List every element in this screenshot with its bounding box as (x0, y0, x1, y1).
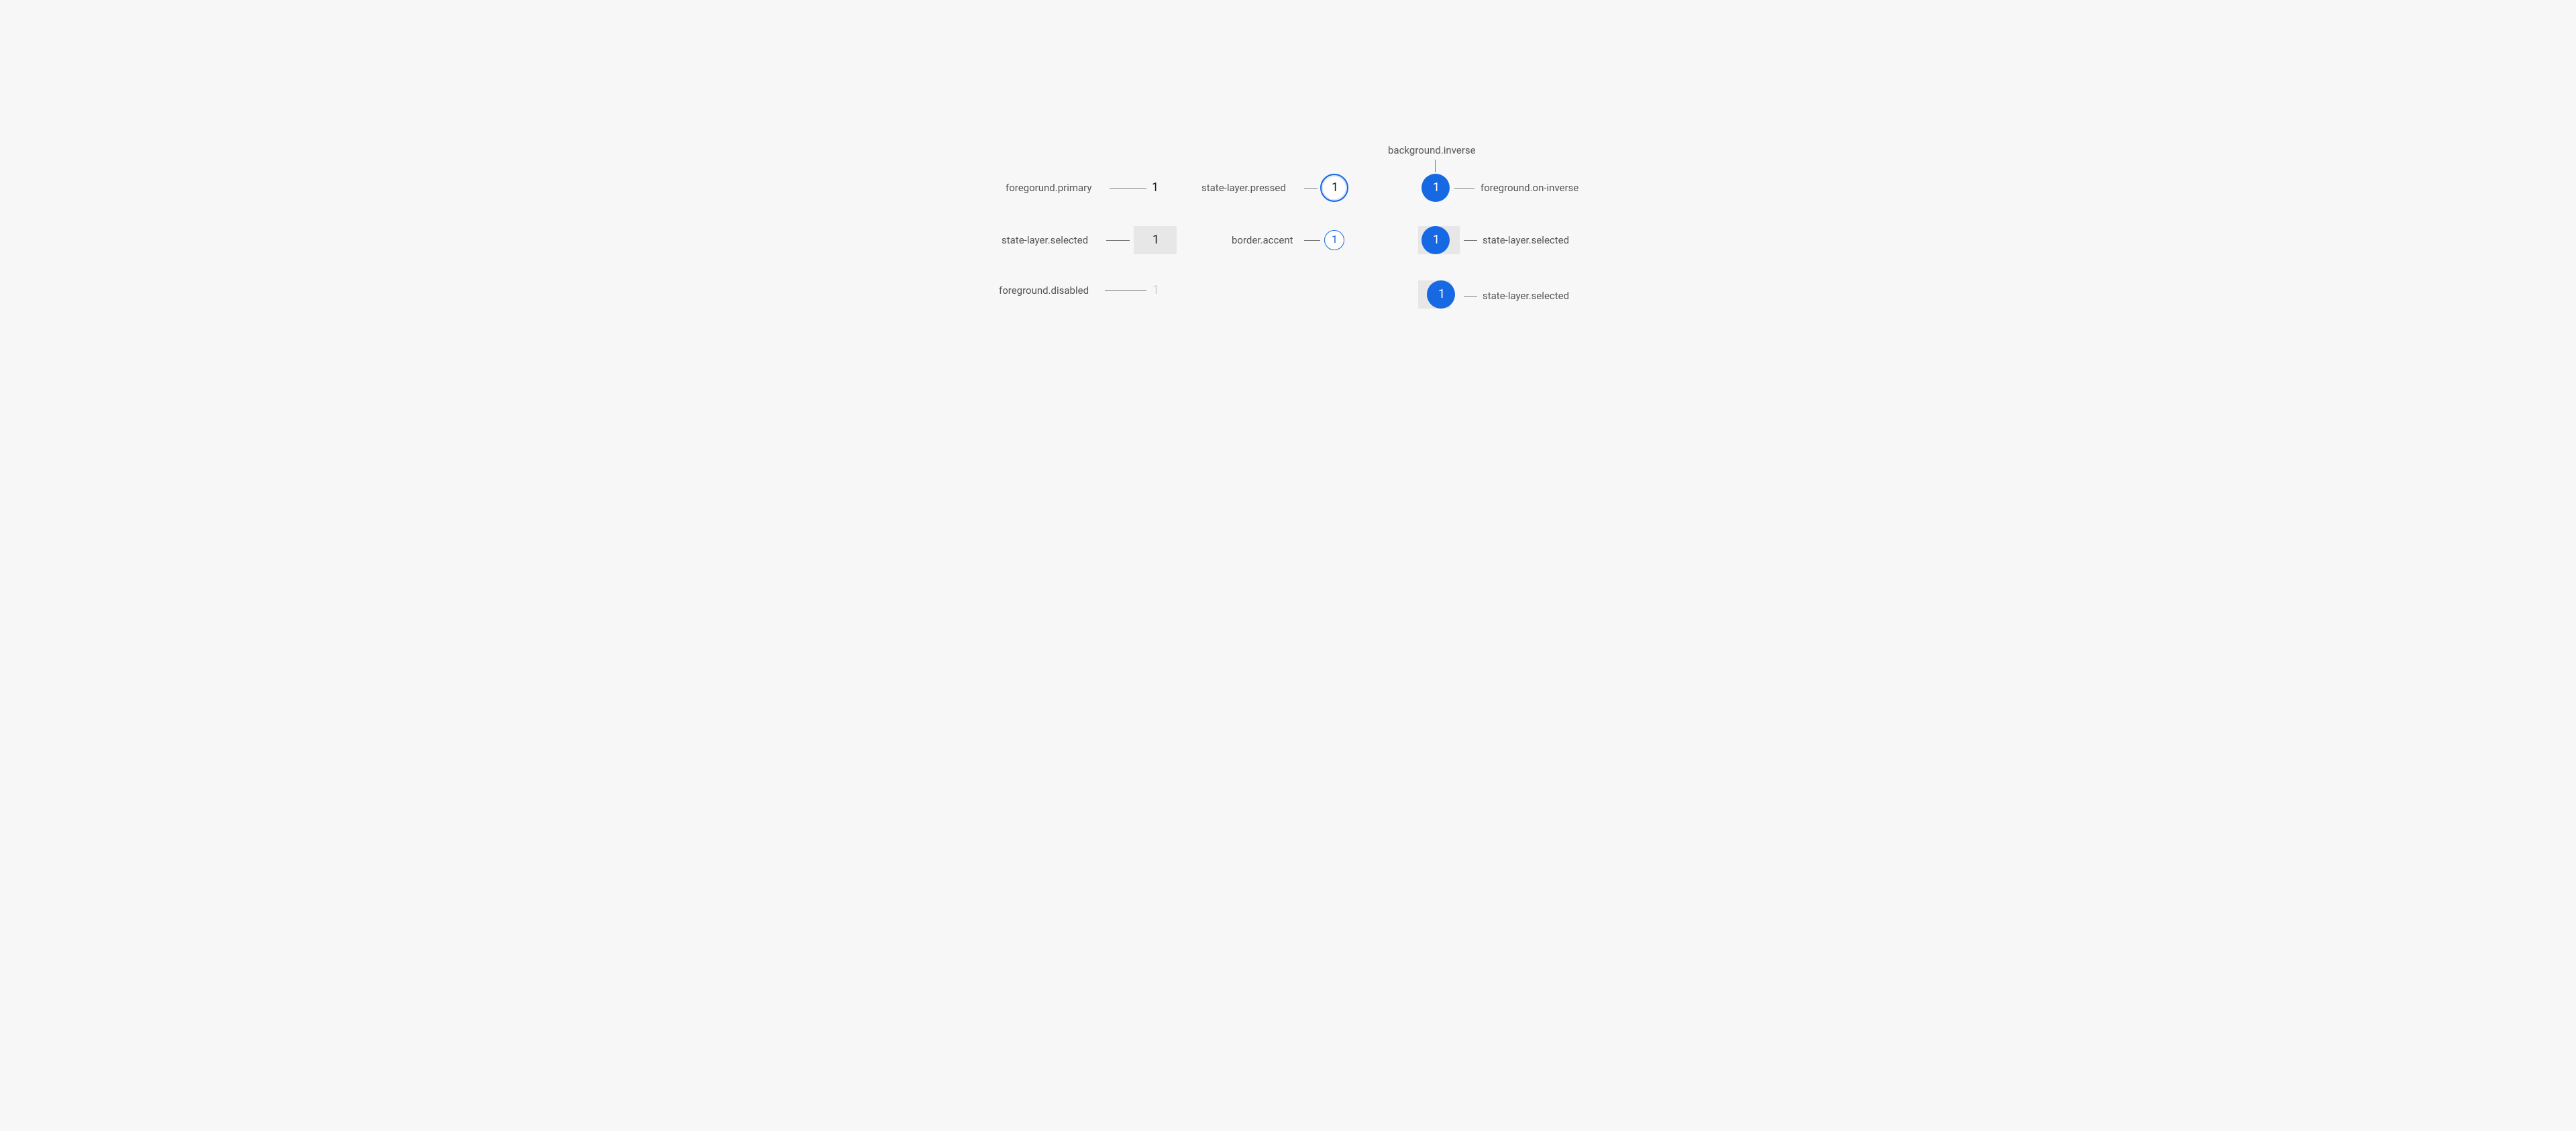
label-foreground-on-inverse: foreground.on-inverse (1481, 182, 1578, 194)
label-state-layer-selected-1: state-layer.selected (1002, 234, 1088, 246)
connector-vertical (1435, 160, 1436, 172)
connector (1105, 290, 1146, 291)
sample-number-pressed: 1 (1332, 180, 1338, 195)
label-foreground-primary: foregorund.primary (1006, 182, 1091, 194)
label-foreground-disabled: foreground.disabled (999, 284, 1089, 297)
sample-number-accent: 1 (1332, 233, 1338, 246)
connector (1464, 296, 1477, 297)
label-state-layer-selected-3: state-layer.selected (1483, 290, 1569, 302)
design-token-diagram: foregorund.primary 1 state-layer.selecte… (773, 0, 1803, 452)
connector (1464, 240, 1477, 241)
label-state-layer-pressed: state-layer.pressed (1201, 182, 1286, 194)
label-state-layer-selected-2: state-layer.selected (1483, 234, 1569, 246)
connector (1304, 240, 1320, 241)
label-background-inverse: background.inverse (1388, 144, 1476, 156)
label-border-accent: border.accent (1232, 234, 1293, 246)
sample-number-disabled: 1 (1152, 283, 1159, 297)
sample-number-selected: 1 (1152, 233, 1159, 247)
sample-number-on-inverse-3: 1 (1438, 287, 1445, 301)
sample-number-on-inverse: 1 (1433, 180, 1440, 195)
sample-number-on-inverse-2: 1 (1433, 233, 1440, 247)
connector (1106, 240, 1130, 241)
sample-number-primary: 1 (1152, 180, 1159, 195)
